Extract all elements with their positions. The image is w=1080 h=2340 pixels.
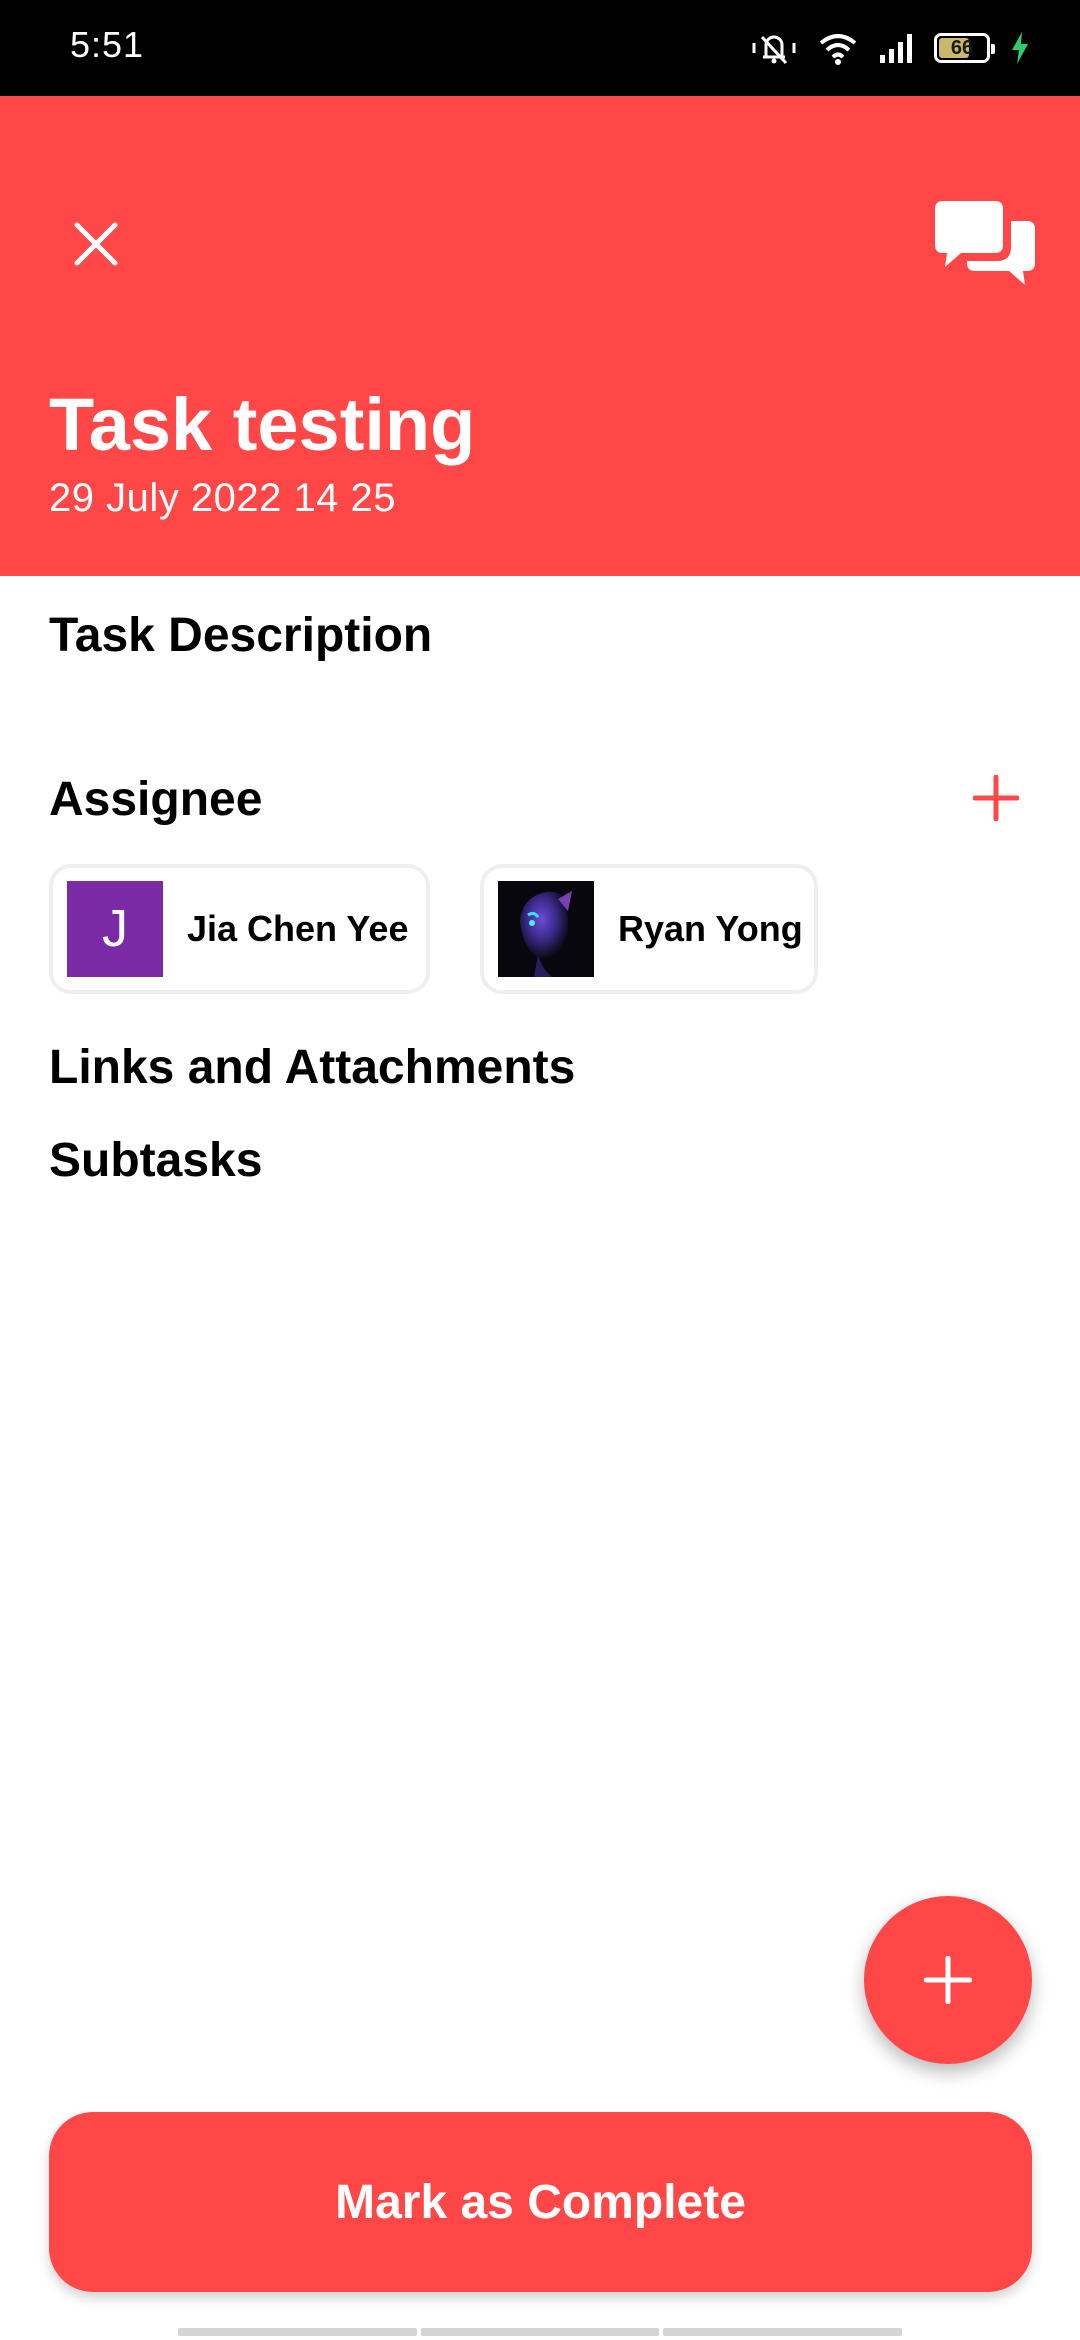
mark-complete-button[interactable]: Mark as Complete: [49, 2112, 1032, 2292]
task-date: 29 July 2022 14 25: [49, 476, 397, 520]
assignee-heading: Assignee: [49, 773, 263, 826]
assignee-chip[interactable]: J Jia Chen Yee: [49, 864, 430, 994]
task-title: Task testing: [49, 383, 476, 466]
nav-handle-segment: [178, 2328, 417, 2336]
close-button[interactable]: [60, 208, 132, 280]
add-assignee-button[interactable]: [964, 766, 1028, 830]
links-attachments-heading: Links and Attachments: [49, 1041, 576, 1094]
charging-icon: [1010, 31, 1030, 65]
task-description-heading: Task Description: [49, 609, 433, 662]
avatar: J: [67, 881, 163, 977]
assignee-name: Ryan Yong: [618, 908, 803, 949]
signal-icon: [878, 31, 914, 65]
assignee-name: Jia Chen Yee: [187, 908, 409, 949]
chat-icon: [935, 201, 1035, 285]
battery-level: 66: [950, 37, 974, 59]
add-subtask-fab[interactable]: [864, 1896, 1032, 2064]
assignee-chip[interactable]: Ryan Yong: [480, 864, 818, 994]
navigation-handle[interactable]: [178, 2328, 903, 2336]
task-header: Task testing 29 July 2022 14 25: [0, 96, 1080, 576]
status-time: 5:51: [70, 24, 145, 65]
battery-icon: 66: [934, 33, 995, 63]
plus-icon: [973, 775, 1019, 821]
status-icons: 66: [750, 28, 1030, 68]
avatar: [498, 881, 594, 977]
task-detail-screen: 5:51 66 Task testing 29 July 2022 14 25 …: [0, 0, 1080, 2340]
plus-icon: [924, 1956, 972, 2004]
wifi-icon: [818, 31, 858, 65]
status-bar: 5:51 66: [0, 0, 1080, 96]
nav-handle-segment: [663, 2328, 903, 2336]
close-icon: [74, 222, 118, 266]
avatar-photo-icon: [498, 881, 594, 977]
subtasks-heading: Subtasks: [49, 1134, 263, 1187]
vibrate-icon: [750, 31, 798, 65]
nav-handle-segment: [420, 2328, 660, 2336]
chat-button[interactable]: [930, 194, 1040, 294]
